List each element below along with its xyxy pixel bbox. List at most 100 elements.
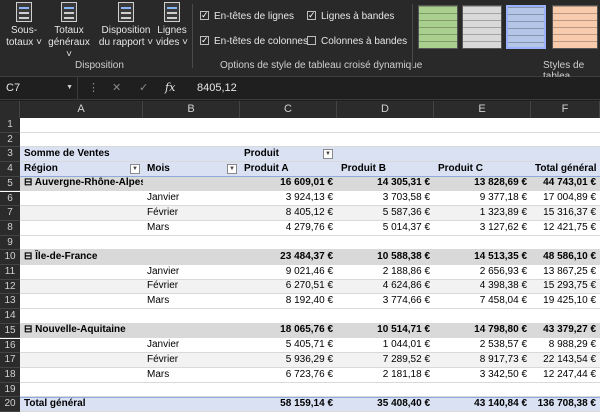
cell-a18[interactable] — [20, 368, 143, 382]
cell-f9[interactable] — [531, 236, 600, 250]
cell-a5[interactable]: ⊟ Auvergne-Rhône-Alpes — [20, 177, 143, 191]
cell-a17[interactable] — [20, 353, 143, 367]
cell-a8[interactable] — [20, 221, 143, 235]
style-thumb-gray[interactable] — [462, 5, 502, 49]
row-header[interactable]: 13 — [0, 294, 20, 310]
row-header[interactable]: 8 — [0, 220, 20, 236]
column-header-c[interactable]: C — [240, 101, 337, 118]
cell-b1[interactable] — [143, 118, 240, 132]
cell-c19[interactable] — [240, 383, 337, 397]
row-header[interactable]: 19 — [0, 382, 20, 398]
cell-c11[interactable]: 9 021,46 € — [240, 265, 337, 279]
cell-e3[interactable] — [434, 147, 531, 161]
cell-d19[interactable] — [337, 383, 434, 397]
cell-e2[interactable] — [434, 133, 531, 147]
row-header[interactable]: 15 — [0, 323, 20, 339]
cell-d8[interactable]: 5 014,37 € — [337, 221, 434, 235]
cell-e7[interactable]: 1 323,89 € — [434, 206, 531, 220]
cell-b14[interactable] — [143, 309, 240, 323]
cell-d15[interactable]: 10 514,71 € — [337, 324, 434, 338]
cell-f11[interactable]: 13 867,25 € — [531, 265, 600, 279]
row-header[interactable]: 5 — [0, 176, 20, 192]
cell-d11[interactable]: 2 188,86 € — [337, 265, 434, 279]
style-thumb-blue[interactable] — [506, 5, 546, 49]
cell-b7[interactable]: Février — [143, 206, 240, 220]
cell-b3[interactable] — [143, 147, 240, 161]
subtotals-button[interactable]: Sous- totaux ˅ — [4, 2, 44, 52]
cell-b12[interactable]: Février — [143, 280, 240, 294]
close-icon[interactable]: ✕ — [112, 77, 121, 99]
cell-a2[interactable] — [20, 133, 143, 147]
cell-c20[interactable]: 58 159,14 € — [240, 398, 337, 411]
grand-totals-button[interactable]: Totaux généraux ˅ — [44, 2, 94, 60]
cell-a10[interactable]: ⊟ Île-de-France — [20, 250, 143, 264]
cell-d9[interactable] — [337, 236, 434, 250]
cell-e4[interactable]: Produit C — [434, 162, 531, 176]
cell-b15[interactable] — [143, 324, 240, 338]
cell-b18[interactable]: Mars — [143, 368, 240, 382]
cell-e14[interactable] — [434, 309, 531, 323]
cell-c2[interactable] — [240, 133, 337, 147]
style-thumb-green[interactable] — [418, 5, 458, 49]
report-layout-button[interactable]: Disposition du rapport ˅ — [98, 2, 154, 52]
cell-c4[interactable]: Produit A — [240, 162, 337, 176]
cell-f1[interactable] — [531, 118, 600, 132]
cell-a1[interactable] — [20, 118, 143, 132]
cell-f12[interactable]: 15 293,75 € — [531, 280, 600, 294]
row-header[interactable]: 14 — [0, 309, 20, 324]
cell-b6[interactable]: Janvier — [143, 192, 240, 206]
cell-f20[interactable]: 136 708,38 € — [531, 398, 600, 411]
cell-c1[interactable] — [240, 118, 337, 132]
spreadsheet-grid[interactable]: A B C D E F 1 2 3 Somme de Ventes Produit ▼ 4 R… — [0, 101, 600, 413]
cell-b17[interactable]: Février — [143, 353, 240, 367]
cell-f5[interactable]: 44 743,01 € — [531, 177, 600, 191]
column-header-b[interactable]: B — [143, 101, 240, 118]
cell-f13[interactable]: 19 425,10 € — [531, 294, 600, 308]
check-icon[interactable]: ✓ — [139, 77, 148, 99]
cell-d10[interactable]: 10 588,38 € — [337, 250, 434, 264]
cell-a7[interactable] — [20, 206, 143, 220]
filter-dropdown-icon[interactable]: ▼ — [323, 149, 333, 160]
cell-d4[interactable]: Produit B — [337, 162, 434, 176]
cell-e10[interactable]: 14 513,35 € — [434, 250, 531, 264]
cell-b16[interactable]: Janvier — [143, 339, 240, 353]
cell-e6[interactable]: 9 377,18 € — [434, 192, 531, 206]
cell-a16[interactable] — [20, 339, 143, 353]
cell-c15[interactable]: 18 065,76 € — [240, 324, 337, 338]
cell-b4[interactable]: Mois ▼ — [143, 162, 240, 176]
cell-a9[interactable] — [20, 236, 143, 250]
row-header[interactable]: 1 — [0, 118, 20, 133]
cell-d12[interactable]: 4 624,86 € — [337, 280, 434, 294]
banded-columns-checkbox[interactable]: Colonnes à bandes — [307, 35, 407, 49]
row-header[interactable]: 18 — [0, 367, 20, 383]
cell-c5[interactable]: 16 609,01 € — [240, 177, 337, 191]
cell-a6[interactable] — [20, 192, 143, 206]
cell-e13[interactable]: 7 458,04 € — [434, 294, 531, 308]
cell-c10[interactable]: 23 484,37 € — [240, 250, 337, 264]
cell-f17[interactable]: 22 143,54 € — [531, 353, 600, 367]
cell-d2[interactable] — [337, 133, 434, 147]
cell-a19[interactable] — [20, 383, 143, 397]
row-header[interactable]: 3 — [0, 147, 20, 163]
cell-a11[interactable] — [20, 265, 143, 279]
row-header[interactable]: 20 — [0, 397, 20, 412]
row-header[interactable]: 12 — [0, 279, 20, 295]
name-box[interactable]: C7 ▼ — [0, 77, 78, 99]
banded-rows-checkbox[interactable]: Lignes à bandes — [307, 9, 394, 24]
formula-input[interactable]: 8405,12 — [197, 77, 237, 99]
row-headers-checkbox[interactable]: En-têtes de lignes — [200, 9, 294, 24]
cell-d20[interactable]: 35 408,40 € — [337, 398, 434, 411]
cell-f19[interactable] — [531, 383, 600, 397]
style-thumb-orange[interactable] — [552, 5, 598, 49]
cell-e19[interactable] — [434, 383, 531, 397]
cell-e11[interactable]: 2 656,93 € — [434, 265, 531, 279]
cell-f3[interactable] — [531, 147, 600, 161]
cell-e20[interactable]: 43 140,84 € — [434, 398, 531, 411]
cell-c13[interactable]: 8 192,40 € — [240, 294, 337, 308]
blank-rows-button[interactable]: Lignes vides ˅ — [154, 2, 190, 52]
row-header[interactable]: 9 — [0, 235, 20, 251]
cell-b11[interactable]: Janvier — [143, 265, 240, 279]
cell-f8[interactable]: 12 421,75 € — [531, 221, 600, 235]
row-header[interactable]: 16 — [0, 338, 20, 354]
cell-d13[interactable]: 3 774,66 € — [337, 294, 434, 308]
